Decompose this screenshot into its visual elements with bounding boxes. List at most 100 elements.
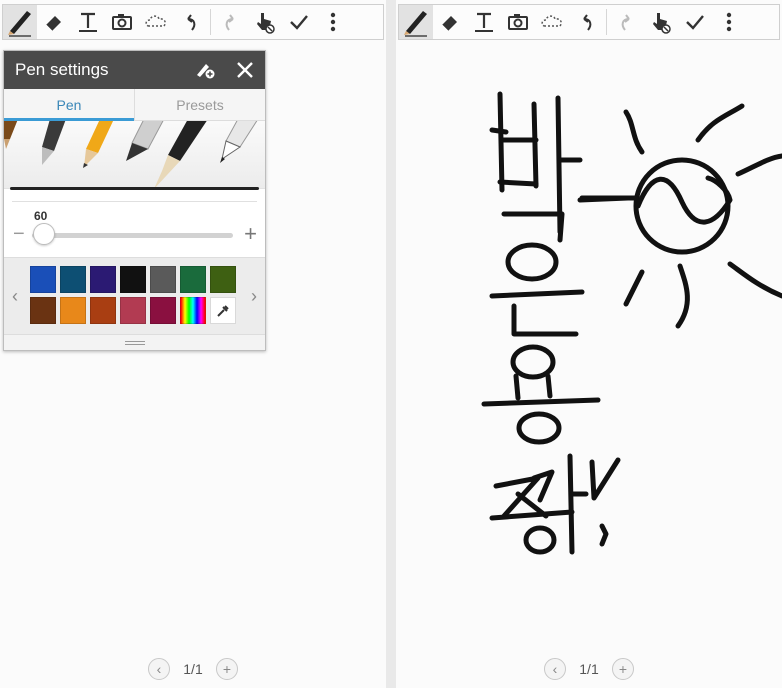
close-button[interactable] — [225, 51, 265, 89]
more-options-button[interactable] — [712, 5, 746, 39]
pen-tool-button[interactable] — [3, 5, 37, 39]
size-decrease-button[interactable]: − — [13, 224, 26, 244]
add-preset-button[interactable] — [185, 51, 225, 89]
close-icon — [237, 62, 253, 78]
selection-tool-button[interactable] — [139, 5, 173, 39]
page-indicator: 1/1 — [183, 661, 203, 677]
eraser-icon — [441, 16, 457, 32]
palette-prev-button[interactable]: ‹ — [12, 286, 18, 307]
undo-icon — [583, 14, 592, 31]
toolbar-divider — [210, 9, 211, 35]
eyedropper-icon — [217, 304, 229, 317]
color-swatch[interactable] — [150, 266, 176, 293]
undo-button[interactable] — [569, 5, 603, 39]
text-icon — [475, 12, 493, 32]
prev-page-button[interactable]: ‹ — [148, 658, 170, 680]
pen-settings-tabs: Pen Presets — [4, 89, 265, 121]
redo-icon — [621, 14, 630, 31]
lasso-icon — [541, 15, 562, 27]
size-slider-thumb[interactable] — [33, 223, 55, 245]
handwriting-strokes — [481, 91, 782, 555]
done-button[interactable] — [678, 5, 712, 39]
color-swatch[interactable] — [30, 266, 56, 293]
image-tool-button[interactable] — [501, 5, 535, 39]
check-icon — [290, 15, 308, 30]
tab-pen[interactable]: Pen — [4, 89, 134, 121]
hand-mode-button[interactable] — [644, 5, 678, 39]
image-tool-button[interactable] — [105, 5, 139, 39]
left-screen: Pen settings Pen Presets 60 − + ‹ › ‹ 1/… — [0, 0, 386, 688]
right-screen: ‹ 1/1 + — [396, 0, 782, 688]
eraser-icon — [45, 16, 61, 32]
color-swatch[interactable] — [210, 266, 236, 293]
toolbar-divider — [606, 9, 607, 35]
pen-types — [4, 121, 258, 189]
palette-next-button[interactable]: › — [251, 286, 257, 307]
pen-add-icon — [197, 64, 215, 79]
add-page-button[interactable]: + — [612, 658, 634, 680]
stroke-preview — [10, 187, 259, 190]
add-page-button[interactable]: + — [216, 658, 238, 680]
toolbar — [2, 4, 384, 40]
ballpoint-pen-option[interactable] — [220, 121, 258, 163]
pen-type-selector — [4, 121, 265, 189]
hand-mode-button[interactable] — [248, 5, 282, 39]
more-options-button[interactable] — [316, 5, 350, 39]
panel-resize-handle[interactable] — [4, 334, 265, 350]
marker-option[interactable] — [126, 121, 164, 161]
brush-pen-option[interactable] — [4, 121, 18, 149]
camera-icon — [508, 14, 528, 30]
page-navigator: ‹ 1/1 + — [544, 658, 634, 680]
hand-touch-icon — [257, 13, 275, 34]
fountain-pen-option[interactable] — [42, 121, 66, 165]
check-icon — [686, 15, 704, 30]
eraser-tool-button[interactable] — [433, 5, 467, 39]
color-palette: ‹ › — [4, 257, 265, 335]
color-spectrum-button[interactable] — [180, 297, 206, 324]
lasso-icon — [145, 15, 166, 27]
prev-page-button[interactable]: ‹ — [544, 658, 566, 680]
text-icon — [79, 12, 97, 32]
tab-presets[interactable]: Presets — [134, 89, 265, 120]
selection-tool-button[interactable] — [535, 5, 569, 39]
pencil-option[interactable] — [83, 121, 114, 168]
page-navigator: ‹ 1/1 + — [148, 658, 238, 680]
color-swatch[interactable] — [180, 266, 206, 293]
pen-tool-button[interactable] — [399, 5, 433, 39]
page-indicator: 1/1 — [579, 661, 599, 677]
pen-size-value: 60 — [34, 209, 48, 223]
redo-icon — [225, 14, 234, 31]
done-button[interactable] — [282, 5, 316, 39]
undo-button[interactable] — [173, 5, 207, 39]
size-increase-button[interactable]: + — [244, 223, 257, 245]
eyedropper-button[interactable] — [210, 297, 236, 324]
calligraphy-brush-option[interactable] — [154, 121, 208, 189]
text-tool-button[interactable] — [467, 5, 501, 39]
color-swatch[interactable] — [90, 266, 116, 293]
drawing-canvas[interactable] — [396, 44, 782, 644]
pen-size-control: 60 − + — [4, 203, 265, 253]
redo-button[interactable] — [214, 5, 248, 39]
text-tool-button[interactable] — [71, 5, 105, 39]
color-swatch[interactable] — [120, 297, 146, 324]
toolbar — [398, 4, 780, 40]
hand-touch-icon — [653, 13, 671, 34]
pen-icon — [404, 11, 427, 37]
eraser-tool-button[interactable] — [37, 5, 71, 39]
pen-settings-title: Pen settings — [15, 60, 109, 79]
color-swatch[interactable] — [90, 297, 116, 324]
size-slider-track[interactable] — [32, 233, 233, 238]
camera-icon — [112, 14, 132, 30]
more-vertical-icon — [330, 12, 336, 32]
color-swatch[interactable] — [60, 266, 86, 293]
color-swatch[interactable] — [60, 297, 86, 324]
undo-icon — [187, 14, 196, 31]
pen-icon — [8, 11, 31, 37]
color-swatch[interactable] — [120, 266, 146, 293]
redo-button[interactable] — [610, 5, 644, 39]
divider — [12, 201, 257, 202]
more-vertical-icon — [726, 12, 732, 32]
color-swatches — [30, 266, 236, 324]
color-swatch[interactable] — [150, 297, 176, 324]
color-swatch[interactable] — [30, 297, 56, 324]
